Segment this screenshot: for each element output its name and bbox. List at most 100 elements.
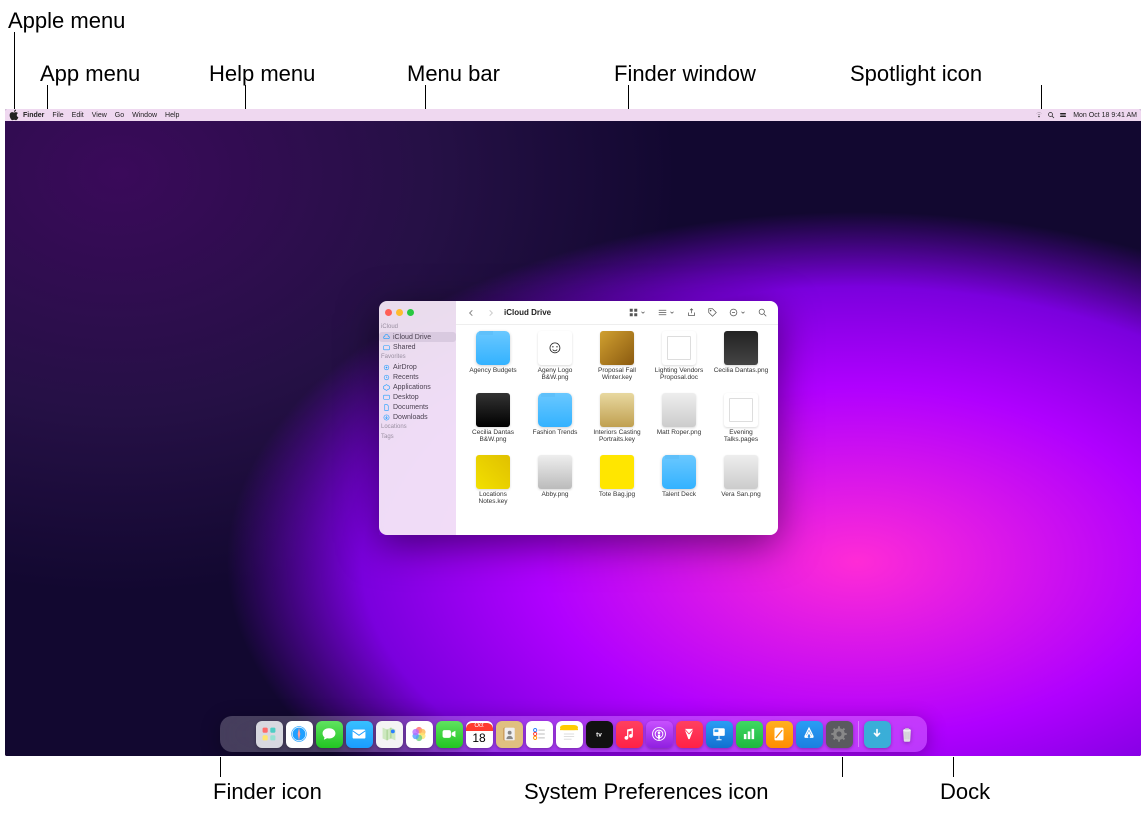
file-label: Tote Bag.jpg [599, 491, 635, 498]
sidebar-section-locations: Locations [379, 422, 456, 432]
dock-news-icon[interactable] [676, 721, 703, 748]
spotlight-icon[interactable] [1045, 111, 1057, 119]
sidebar-section-favorites: Favorites [379, 352, 456, 362]
dock-trash-icon[interactable] [894, 721, 921, 748]
fullscreen-button[interactable] [407, 309, 414, 316]
file-item[interactable]: Cecilia Dantas.png [712, 331, 770, 391]
apple-menu-icon[interactable] [9, 109, 19, 121]
file-label: Agency Budgets [469, 367, 516, 374]
dock-music-icon[interactable] [616, 721, 643, 748]
callout-app-menu: App menu [40, 61, 140, 87]
finder-file-grid: Agency Budgets Ageny Logo B&W.png Proposal… [456, 325, 778, 535]
file-icon [476, 455, 510, 489]
finder-title: iCloud Drive [504, 308, 551, 317]
share-button[interactable] [684, 307, 699, 318]
group-button[interactable] [655, 307, 678, 318]
dock-notes-icon[interactable] [556, 721, 583, 748]
close-button[interactable] [385, 309, 392, 316]
macos-desktop: Finder FileEditViewGoWindowHelp Mon Oct … [5, 109, 1141, 756]
dock-facetime-icon[interactable] [436, 721, 463, 748]
dock-mail-icon[interactable] [346, 721, 373, 748]
sidebar-item-recents[interactable]: Recents [379, 372, 456, 382]
file-icon [662, 331, 696, 365]
finder-window: iCloudiCloud DriveSharedFavoritesAirDrop… [379, 301, 778, 535]
file-icon [724, 455, 758, 489]
dock-reminders-icon[interactable] [526, 721, 553, 748]
sidebar-item-desktop[interactable]: Desktop [379, 392, 456, 402]
wifi-icon[interactable] [1033, 111, 1045, 119]
tags-button[interactable] [705, 307, 720, 318]
file-icon [662, 393, 696, 427]
menu-bar: Finder FileEditViewGoWindowHelp Mon Oct … [5, 109, 1141, 121]
sidebar-item-airdrop[interactable]: AirDrop [379, 362, 456, 372]
dock-numbers-icon[interactable] [736, 721, 763, 748]
sidebar-item-applications[interactable]: Applications [379, 382, 456, 392]
file-item[interactable]: Ageny Logo B&W.png [526, 331, 584, 391]
sidebar-item-documents[interactable]: Documents [379, 402, 456, 412]
file-item[interactable]: Cecilia Dantas B&W.png [464, 393, 522, 453]
dock-keynote-icon[interactable] [706, 721, 733, 748]
file-item[interactable]: Tote Bag.jpg [588, 455, 646, 515]
file-label: Ageny Logo B&W.png [526, 367, 584, 381]
file-item[interactable]: Locations Notes.key [464, 455, 522, 515]
file-item[interactable]: Lighting Vendors Proposal.doc [650, 331, 708, 391]
file-icon [538, 393, 572, 427]
dock-downloads-icon[interactable] [864, 721, 891, 748]
file-item[interactable]: Proposal Fall Winter.key [588, 331, 646, 391]
back-button[interactable] [464, 308, 478, 318]
control-center-icon[interactable] [1057, 111, 1069, 119]
search-button[interactable] [755, 307, 770, 318]
menu-go[interactable]: Go [111, 112, 128, 119]
dock-calendar-icon[interactable]: Oct18 [466, 721, 493, 748]
file-icon [538, 455, 572, 489]
file-item[interactable]: Vera San.png [712, 455, 770, 515]
menu-edit[interactable]: Edit [68, 112, 88, 119]
sidebar-item-icloud-drive[interactable]: iCloud Drive [379, 332, 456, 342]
menu-view[interactable]: View [88, 112, 111, 119]
sidebar-section-tags: Tags [379, 432, 456, 442]
file-icon [600, 455, 634, 489]
menu-window[interactable]: Window [128, 112, 161, 119]
file-item[interactable]: Interiors Casting Portraits.key [588, 393, 646, 453]
sidebar-item-downloads[interactable]: Downloads [379, 412, 456, 422]
menu-file[interactable]: File [48, 112, 67, 119]
dock-photos-icon[interactable] [406, 721, 433, 748]
file-icon [724, 331, 758, 365]
file-item[interactable]: Fashion Trends [526, 393, 584, 453]
file-icon [476, 331, 510, 365]
file-label: Cecilia Dantas.png [714, 367, 769, 374]
menu-help[interactable]: Help [161, 112, 183, 119]
dock-messages-icon[interactable] [316, 721, 343, 748]
dock-launchpad-icon[interactable] [256, 721, 283, 748]
dock-podcasts-icon[interactable] [646, 721, 673, 748]
callout-finder-icon: Finder icon [213, 779, 322, 805]
action-button[interactable] [726, 307, 749, 318]
app-menu[interactable]: Finder [19, 112, 48, 119]
file-icon [600, 393, 634, 427]
dock-pages-icon[interactable] [766, 721, 793, 748]
file-label: Matt Roper.png [657, 429, 701, 436]
file-item[interactable]: Evening Talks.pages [712, 393, 770, 453]
file-item[interactable]: Agency Budgets [464, 331, 522, 391]
file-item[interactable]: Talent Deck [650, 455, 708, 515]
file-label: Fashion Trends [533, 429, 578, 436]
dock-tv-icon[interactable]: tv [586, 721, 613, 748]
menubar-clock[interactable]: Mon Oct 18 9:41 AM [1069, 112, 1137, 119]
file-label: Evening Talks.pages [712, 429, 770, 443]
dock-contacts-icon[interactable] [496, 721, 523, 748]
minimize-button[interactable] [396, 309, 403, 316]
file-item[interactable]: Matt Roper.png [650, 393, 708, 453]
sidebar-item-shared[interactable]: Shared [379, 342, 456, 352]
dock-sysprefs-icon[interactable] [826, 721, 853, 748]
forward-button[interactable] [484, 308, 498, 318]
file-item[interactable]: Abby.png [526, 455, 584, 515]
dock-maps-icon[interactable] [376, 721, 403, 748]
dock-appstore-icon[interactable] [796, 721, 823, 748]
callout-dock: Dock [940, 779, 990, 805]
dock-safari-icon[interactable] [286, 721, 313, 748]
file-label: Lighting Vendors Proposal.doc [650, 367, 708, 381]
file-label: Cecilia Dantas B&W.png [464, 429, 522, 443]
file-label: Abby.png [542, 491, 569, 498]
view-icons-button[interactable] [626, 307, 649, 318]
callout-apple-menu: Apple menu [8, 8, 125, 34]
